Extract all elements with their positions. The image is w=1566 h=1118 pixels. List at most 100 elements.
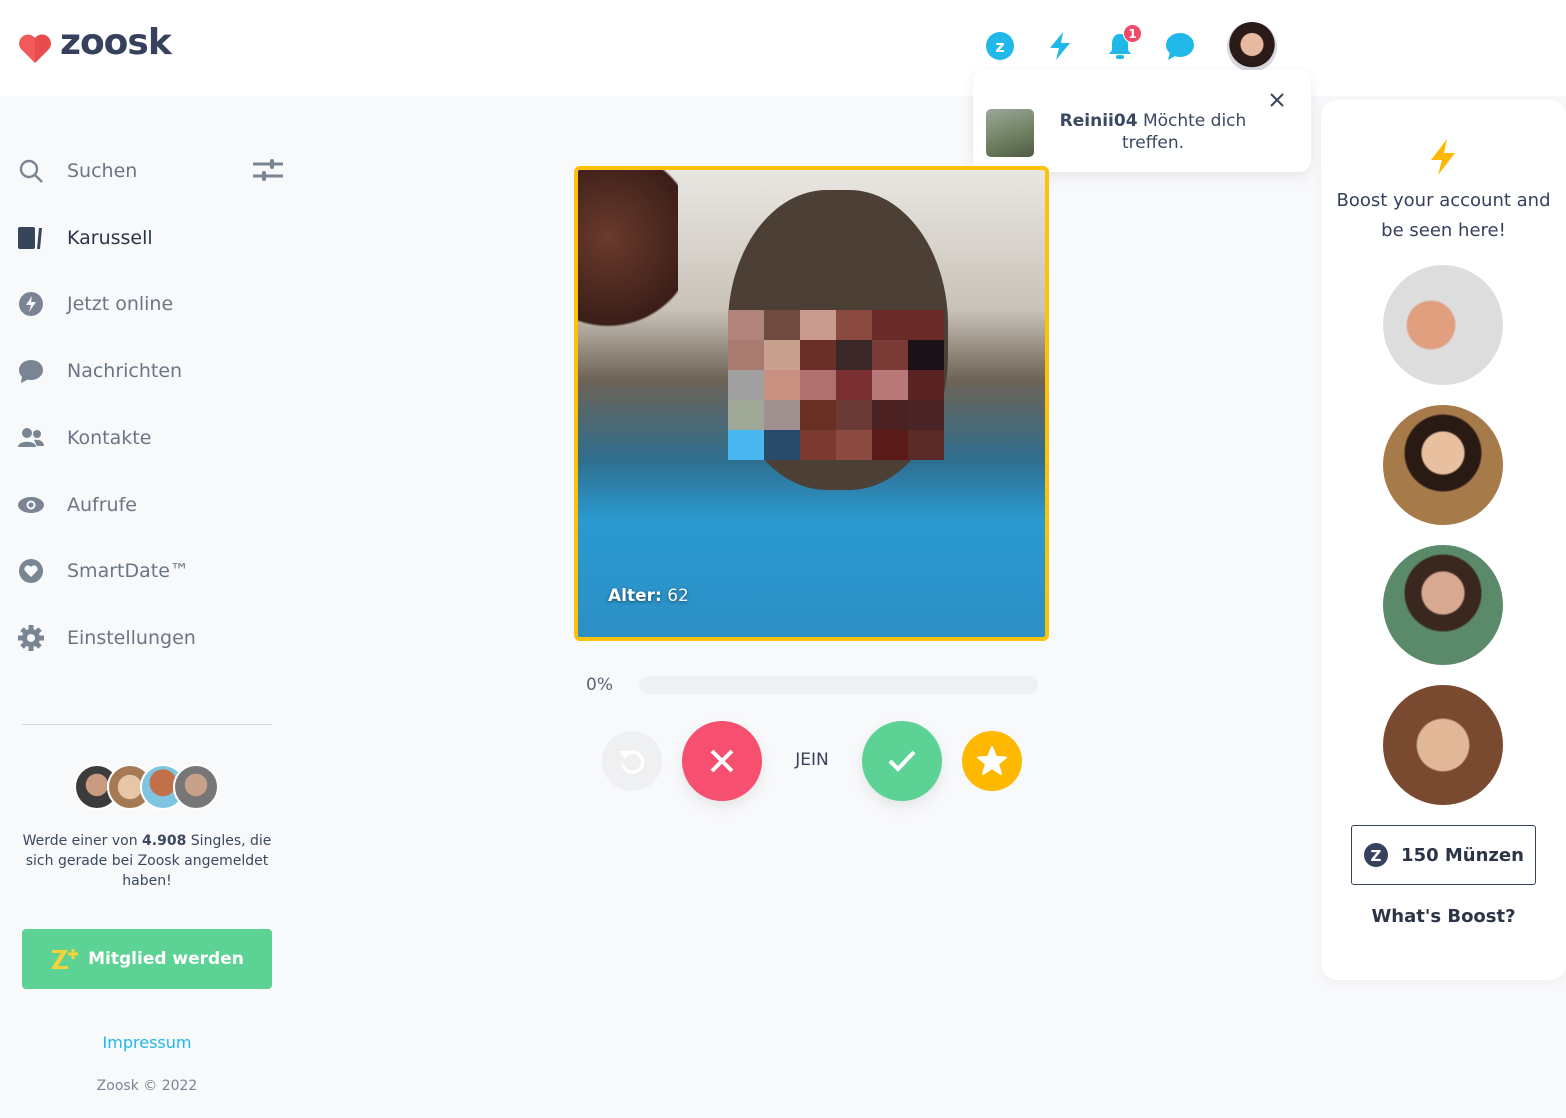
boost-icon[interactable] bbox=[1044, 30, 1076, 62]
pixel-block bbox=[728, 370, 764, 400]
pixel-block bbox=[764, 430, 800, 460]
pixel-block bbox=[800, 430, 836, 460]
smartdate-icon bbox=[19, 559, 43, 583]
notification-text-2: treffen. bbox=[1121, 133, 1185, 153]
gear-icon bbox=[18, 625, 44, 651]
pixel-block bbox=[800, 400, 836, 430]
boost-panel: Boost your account and be seen here! Z 1… bbox=[1321, 100, 1566, 980]
sidebar-item-label: Suchen bbox=[67, 160, 138, 182]
pixel-block bbox=[728, 340, 764, 370]
no-button[interactable] bbox=[682, 721, 762, 801]
svg-text:z: z bbox=[995, 37, 1004, 56]
online-icon bbox=[19, 292, 43, 316]
age-label: Alter: 62 bbox=[608, 586, 689, 606]
top-bar: zoosk z 1 bbox=[0, 0, 1566, 96]
sidebar-item-jetzt-online[interactable]: Jetzt online bbox=[18, 289, 173, 319]
close-icon[interactable] bbox=[1269, 92, 1285, 108]
whats-boost-link[interactable]: What's Boost? bbox=[1321, 906, 1566, 927]
sidebar-item-aufrufe[interactable]: Aufrufe bbox=[18, 490, 137, 520]
sidebar-item-label: Kontakte bbox=[67, 427, 152, 449]
boosted-profile-avatar[interactable] bbox=[1383, 685, 1503, 805]
sidebar-item-karussell[interactable]: Karussell bbox=[18, 223, 153, 253]
coins-label: 150 Münzen bbox=[1401, 844, 1524, 866]
copyright: Zoosk © 2022 bbox=[96, 1078, 198, 1094]
pixel-block bbox=[800, 340, 836, 370]
pixel-block bbox=[728, 430, 764, 460]
boost-icon bbox=[1431, 139, 1455, 175]
impressum-link[interactable]: Impressum bbox=[22, 1033, 272, 1052]
pixel-block bbox=[728, 400, 764, 430]
pixel-block bbox=[764, 400, 800, 430]
pixel-block bbox=[908, 430, 944, 460]
sidebar-item-kontakte[interactable]: Kontakte bbox=[18, 423, 151, 453]
pixel-block bbox=[836, 370, 872, 400]
notification-popup[interactable]: Reinii04 Möchte dich treffen. bbox=[973, 70, 1311, 172]
heart-logo-icon bbox=[19, 34, 51, 63]
user-avatar[interactable] bbox=[1227, 22, 1277, 72]
join-button-label: Mitglied werden bbox=[88, 949, 244, 969]
pixel-block bbox=[764, 370, 800, 400]
sidebar-item-label: Aufrufe bbox=[67, 494, 137, 516]
pixel-block bbox=[800, 370, 836, 400]
progress-bar bbox=[639, 676, 1038, 694]
maybe-button[interactable]: JEIN bbox=[772, 750, 852, 770]
signup-promo-text: Werde einer von 4.908 Singles, die sich … bbox=[22, 831, 272, 891]
pixel-block bbox=[800, 310, 836, 340]
undo-icon bbox=[619, 750, 645, 774]
sidebar-item-nachrichten[interactable]: Nachrichten bbox=[18, 356, 182, 386]
filter-icon[interactable] bbox=[253, 158, 283, 182]
photo-decor bbox=[578, 170, 678, 340]
divider bbox=[22, 724, 272, 725]
pixel-block bbox=[872, 430, 908, 460]
coins-button[interactable]: Z 150 Münzen bbox=[1351, 825, 1536, 885]
notification-thumbnail[interactable] bbox=[986, 109, 1034, 157]
sidebar-item-label: SmartDate™ bbox=[67, 560, 189, 582]
sidebar-item-label: Jetzt online bbox=[67, 293, 174, 315]
member-avatars bbox=[74, 764, 224, 810]
sidebar-item-smartdate[interactable]: SmartDate™ bbox=[18, 556, 189, 586]
boost-title: Boost your account and be seen here! bbox=[1336, 190, 1551, 241]
chat-icon[interactable] bbox=[1164, 30, 1196, 62]
pixel-block bbox=[836, 400, 872, 430]
brand-logo[interactable]: zoosk bbox=[60, 22, 172, 63]
pixel-block bbox=[872, 340, 908, 370]
notification-badge: 1 bbox=[1123, 24, 1142, 43]
pixel-block bbox=[872, 400, 908, 430]
pixelated-face bbox=[728, 310, 944, 460]
promo-pre: Werde einer von bbox=[22, 833, 143, 849]
age-key: Alter: bbox=[608, 586, 662, 606]
notification-text: Möchte dich bbox=[1137, 111, 1247, 131]
star-icon bbox=[977, 746, 1007, 775]
coins-icon: Z bbox=[1364, 843, 1389, 867]
boosted-profile-avatar[interactable] bbox=[1383, 265, 1503, 385]
pixel-block bbox=[836, 430, 872, 460]
profile-photo-card[interactable]: Alter: 62 bbox=[574, 166, 1049, 641]
age-value: 62 bbox=[661, 586, 689, 606]
coins-icon[interactable]: z bbox=[984, 30, 1016, 62]
favorite-button[interactable] bbox=[962, 731, 1022, 791]
notification-user[interactable]: Reinii04 bbox=[1060, 111, 1138, 131]
pixel-block bbox=[836, 310, 872, 340]
join-button[interactable]: Mitglied werden bbox=[22, 929, 272, 989]
x-icon bbox=[710, 749, 734, 773]
boosted-profile-avatar[interactable] bbox=[1383, 405, 1503, 525]
pixel-block bbox=[908, 340, 944, 370]
pixel-block bbox=[908, 310, 944, 340]
progress-label: 0% bbox=[586, 675, 613, 695]
pixel-block bbox=[764, 310, 800, 340]
pixel-block bbox=[764, 340, 800, 370]
sidebar-item-label: Einstellungen bbox=[67, 627, 196, 649]
boosted-profile-avatar[interactable] bbox=[1383, 545, 1503, 665]
sidebar-item-suchen[interactable]: Suchen bbox=[18, 156, 137, 186]
yes-button[interactable] bbox=[862, 721, 942, 801]
promo-count: 4.908 bbox=[142, 833, 187, 849]
sidebar-item-einstellungen[interactable]: Einstellungen bbox=[18, 623, 196, 653]
carousel-icon bbox=[18, 227, 42, 249]
undo-button[interactable] bbox=[602, 731, 662, 791]
search-icon bbox=[19, 159, 43, 183]
check-icon bbox=[888, 750, 916, 772]
zoosk-plus-icon bbox=[51, 949, 79, 969]
pixel-block bbox=[836, 340, 872, 370]
pixel-block bbox=[872, 370, 908, 400]
chat-icon bbox=[19, 360, 43, 383]
